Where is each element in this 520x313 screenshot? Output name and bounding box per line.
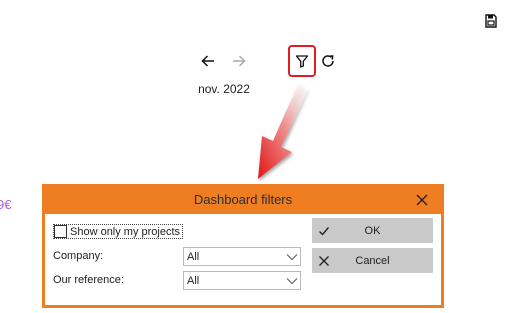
- x-icon: [319, 255, 329, 266]
- next-period-button[interactable]: [229, 51, 249, 71]
- cancel-button[interactable]: Cancel: [312, 248, 433, 273]
- close-button[interactable]: [413, 191, 431, 209]
- close-icon: [416, 194, 428, 206]
- export-button[interactable]: [481, 11, 501, 31]
- funnel-filter-icon: [295, 55, 309, 68]
- cancel-label: Cancel: [355, 254, 390, 267]
- show-only-my-projects-checkbox-row[interactable]: Show only my projects: [53, 224, 184, 239]
- our-reference-select-value: All: [187, 274, 200, 287]
- arrow-right-icon: [233, 55, 246, 67]
- chevron-down-icon: [286, 253, 298, 260]
- arrow-left-icon: [201, 55, 214, 67]
- previous-period-button[interactable]: [198, 51, 218, 71]
- show-only-my-projects-checkbox[interactable]: [54, 225, 67, 238]
- our-reference-select[interactable]: All: [183, 271, 301, 290]
- ok-button[interactable]: OK: [312, 218, 433, 243]
- refresh-icon: [322, 55, 334, 67]
- dialog-body: Show only my projects Company: All Our r…: [45, 214, 441, 305]
- filter-button[interactable]: [288, 45, 316, 77]
- dialog-titlebar: Dashboard filters: [45, 187, 441, 214]
- show-only-my-projects-label: Show only my projects: [70, 225, 181, 238]
- callout-arrow: [258, 84, 308, 179]
- check-icon: [319, 226, 330, 236]
- chevron-down-icon: [286, 277, 298, 284]
- dashboard-page: nov. 2022 9€ Dashboard filters Show only…: [0, 0, 520, 313]
- company-select[interactable]: All: [183, 247, 301, 266]
- refresh-button[interactable]: [318, 51, 338, 71]
- company-label: Company:: [53, 250, 104, 262]
- dialog-title: Dashboard filters: [193, 192, 293, 207]
- our-reference-label: Our reference:: [53, 274, 124, 286]
- printer-save-icon: [485, 14, 497, 28]
- company-select-value: All: [187, 250, 200, 263]
- dashboard-filters-dialog: Dashboard filters Show only my projects …: [42, 184, 444, 308]
- clipped-amount-value: 9€: [0, 197, 12, 212]
- ok-label: OK: [364, 224, 381, 237]
